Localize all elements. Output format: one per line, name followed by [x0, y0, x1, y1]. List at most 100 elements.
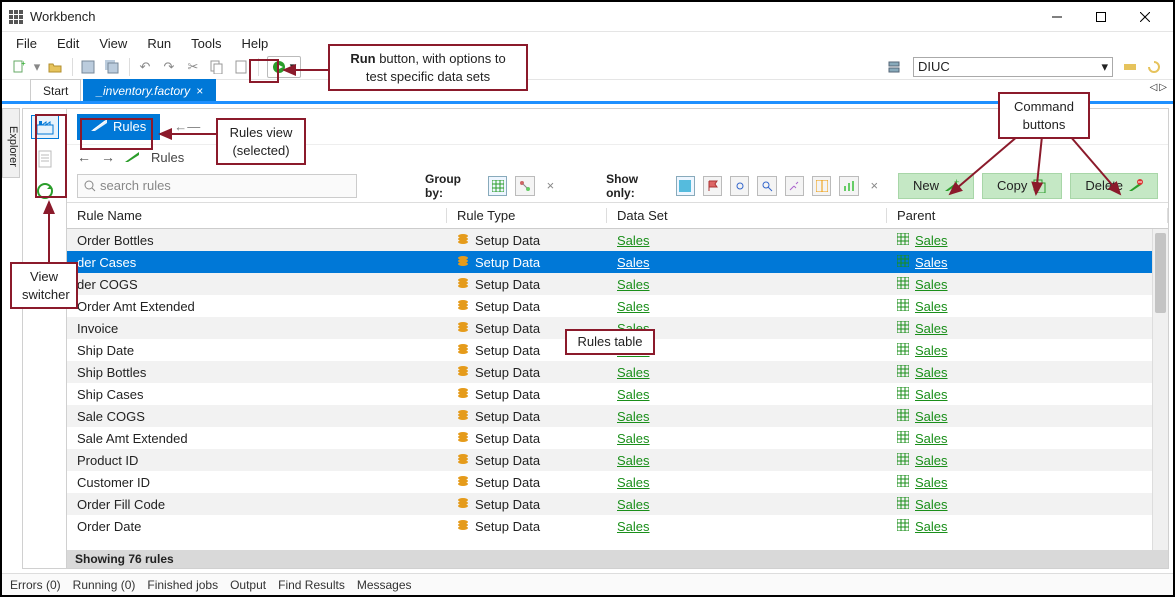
run-button[interactable]: ▾ — [267, 56, 301, 78]
save-all-icon[interactable] — [101, 56, 123, 78]
parent-link[interactable]: Sales — [915, 255, 948, 270]
table-row[interactable]: der CasesSetup DataSalesSales — [67, 251, 1152, 273]
group-by-clear-icon[interactable]: × — [543, 178, 558, 193]
table-row[interactable]: Sale COGSSetup DataSalesSales — [67, 405, 1152, 427]
filter-icon-1[interactable] — [676, 176, 695, 196]
table-row[interactable]: Ship BottlesSetup DataSalesSales — [67, 361, 1152, 383]
nav-forward-icon[interactable]: → — [101, 149, 115, 165]
parent-link[interactable]: Sales — [915, 387, 948, 402]
dataset-link[interactable]: Sales — [617, 519, 650, 534]
table-row[interactable]: Ship CasesSetup DataSalesSales — [67, 383, 1152, 405]
tab-nav-right-icon[interactable]: ▷ — [1159, 82, 1167, 93]
new-file-icon[interactable]: + — [8, 56, 30, 78]
explorer-panel-tab[interactable]: Explorer — [2, 108, 20, 178]
menu-run[interactable]: Run — [139, 34, 179, 53]
parent-link[interactable]: Sales — [915, 321, 948, 336]
filter-link-icon[interactable] — [730, 176, 749, 196]
dataset-link[interactable]: Sales — [617, 299, 650, 314]
dataset-link[interactable]: Sales — [617, 431, 650, 446]
maximize-button[interactable] — [1079, 3, 1123, 31]
redo-icon[interactable]: ↷ — [158, 56, 180, 78]
nav-back-icon[interactable]: ← — [77, 149, 91, 165]
dataset-link[interactable]: Sales — [617, 233, 650, 248]
filter-search-icon[interactable] — [757, 176, 776, 196]
menu-edit[interactable]: Edit — [49, 34, 87, 53]
status-output[interactable]: Output — [230, 578, 266, 592]
filter-flag-icon[interactable] — [703, 176, 722, 196]
status-errors[interactable]: Errors (0) — [10, 578, 61, 592]
run-play-icon[interactable] — [270, 58, 288, 76]
parent-link[interactable]: Sales — [915, 431, 948, 446]
tab-inventory-factory[interactable]: _inventory.factory × — [83, 79, 216, 101]
table-row[interactable]: Customer IDSetup DataSalesSales — [67, 471, 1152, 493]
dataset-link[interactable]: Sales — [617, 387, 650, 402]
status-finished[interactable]: Finished jobs — [147, 578, 218, 592]
group-by-grid-icon[interactable] — [488, 176, 507, 196]
new-button[interactable]: New+ — [898, 173, 974, 199]
server-combo[interactable]: DIUC ▾ — [913, 57, 1113, 77]
col-data-set[interactable]: Data Set — [607, 208, 887, 223]
delete-button[interactable]: Delete — [1070, 173, 1158, 199]
menu-help[interactable]: Help — [234, 34, 277, 53]
group-by-tree-icon[interactable] — [515, 176, 534, 196]
mode-rules-button[interactable]: Rules — [77, 114, 160, 140]
menu-tools[interactable]: Tools — [183, 34, 229, 53]
filter-table-icon[interactable] — [812, 176, 831, 196]
menu-file[interactable]: File — [8, 34, 45, 53]
parent-link[interactable]: Sales — [915, 453, 948, 468]
parent-link[interactable]: Sales — [915, 277, 948, 292]
filter-plug-icon[interactable] — [785, 176, 804, 196]
status-messages[interactable]: Messages — [357, 578, 412, 592]
dataset-link[interactable]: Sales — [617, 453, 650, 468]
table-row[interactable]: der COGSSetup DataSalesSales — [67, 273, 1152, 295]
parent-link[interactable]: Sales — [915, 343, 948, 358]
table-row[interactable]: Product IDSetup DataSalesSales — [67, 449, 1152, 471]
menu-view[interactable]: View — [91, 34, 135, 53]
table-row[interactable]: Order Fill CodeSetup DataSalesSales — [67, 493, 1152, 515]
table-row[interactable]: Order Amt ExtendedSetup DataSalesSales — [67, 295, 1152, 317]
dataset-link[interactable]: Sales — [617, 365, 650, 380]
undo-icon[interactable]: ↶ — [134, 56, 156, 78]
scrollbar-thumb[interactable] — [1155, 233, 1166, 313]
tab-close-icon[interactable]: × — [196, 84, 203, 98]
open-folder-icon[interactable] — [44, 56, 66, 78]
tab-nav-left-icon[interactable]: ◁ — [1150, 82, 1158, 93]
vertical-scrollbar[interactable] — [1152, 229, 1168, 550]
dataset-link[interactable]: Sales — [617, 277, 650, 292]
table-row[interactable]: Order BottlesSetup DataSalesSales — [67, 229, 1152, 251]
table-row[interactable]: Sale Amt ExtendedSetup DataSalesSales — [67, 427, 1152, 449]
parent-link[interactable]: Sales — [915, 365, 948, 380]
parent-link[interactable]: Sales — [915, 519, 948, 534]
view-switch-document-icon[interactable] — [31, 147, 59, 171]
save-icon[interactable] — [77, 56, 99, 78]
copy-button[interactable]: Copy — [982, 173, 1062, 199]
parent-link[interactable]: Sales — [915, 299, 948, 314]
parent-link[interactable]: Sales — [915, 233, 948, 248]
col-parent[interactable]: Parent — [887, 208, 1168, 223]
breadcrumb-root-icon[interactable] — [125, 150, 141, 165]
close-button[interactable] — [1123, 3, 1167, 31]
col-rule-type[interactable]: Rule Type — [447, 208, 607, 223]
dataset-link[interactable]: Sales — [617, 255, 650, 270]
refresh-icon[interactable] — [1143, 56, 1165, 78]
parent-link[interactable]: Sales — [915, 409, 948, 424]
new-dropdown-icon[interactable]: ▾ — [32, 56, 42, 78]
minimize-button[interactable] — [1035, 3, 1079, 31]
dataset-link[interactable]: Sales — [617, 497, 650, 512]
status-find[interactable]: Find Results — [278, 578, 345, 592]
parent-link[interactable]: Sales — [915, 497, 948, 512]
paste-icon[interactable] — [230, 56, 252, 78]
connect-icon[interactable] — [1119, 56, 1141, 78]
status-running[interactable]: Running (0) — [73, 578, 136, 592]
search-input[interactable]: search rules — [77, 174, 357, 198]
dataset-link[interactable]: Sales — [617, 409, 650, 424]
filter-chart-icon[interactable] — [839, 176, 858, 196]
col-rule-name[interactable]: Rule Name — [67, 208, 447, 223]
cut-icon[interactable]: ✂ — [182, 56, 204, 78]
view-switch-refresh-icon[interactable] — [31, 179, 59, 203]
show-only-clear-icon[interactable]: × — [867, 178, 882, 193]
copy-icon[interactable] — [206, 56, 228, 78]
table-row[interactable]: Order DateSetup DataSalesSales — [67, 515, 1152, 537]
parent-link[interactable]: Sales — [915, 475, 948, 490]
dataset-link[interactable]: Sales — [617, 475, 650, 490]
